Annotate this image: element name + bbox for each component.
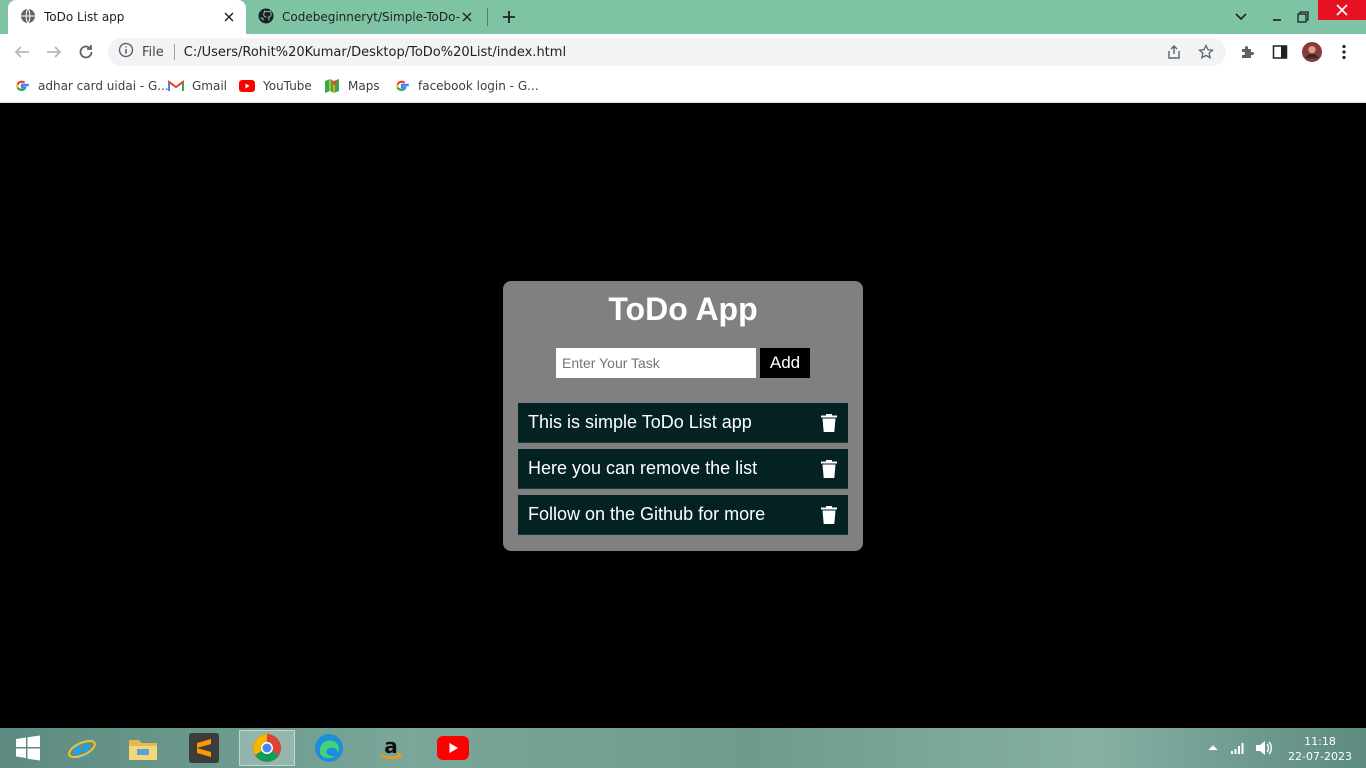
scheme-label: File — [142, 44, 164, 60]
network-icon[interactable] — [1230, 728, 1246, 768]
bookmark-label: YouTube — [263, 79, 312, 93]
more-menu-icon[interactable] — [1334, 42, 1354, 62]
bookmark-maps[interactable]: Maps — [324, 76, 380, 96]
file-explorer-icon[interactable] — [115, 730, 171, 766]
new-tab-icon[interactable] — [500, 8, 518, 26]
trash-icon[interactable] — [820, 413, 838, 433]
google-icon — [394, 78, 410, 94]
bookmark-youtube[interactable]: YouTube — [239, 76, 312, 96]
clock-time: 11:18 — [1304, 735, 1336, 748]
bookmark-label: Gmail — [192, 79, 228, 93]
svg-text:e: e — [73, 732, 91, 764]
todo-item: Follow on the Github for more — [518, 495, 848, 535]
gmail-icon — [168, 78, 184, 94]
tab-title: ToDo List app — [44, 10, 125, 24]
back-icon[interactable] — [12, 42, 32, 62]
trash-icon[interactable] — [820, 505, 838, 525]
tab-search-icon[interactable] — [1228, 0, 1254, 34]
browser-toolbar: File C:/Users/Rohit%20Kumar/Desktop/ToDo… — [0, 34, 1366, 70]
amazon-icon[interactable]: a — [363, 730, 419, 766]
chrome-icon[interactable] — [239, 730, 295, 766]
share-icon[interactable] — [1166, 38, 1182, 66]
taskbar-clock[interactable]: 11:18 22-07-2023 — [1280, 734, 1360, 764]
forward-icon[interactable] — [44, 42, 64, 62]
trash-icon[interactable] — [820, 459, 838, 479]
youtube-icon — [239, 78, 255, 94]
side-panel-icon[interactable] — [1270, 42, 1290, 62]
todo-item: This is simple ToDo List app — [518, 403, 848, 443]
minimize-icon[interactable] — [1264, 0, 1290, 34]
tab-title: Codebeginneryt/Simple-ToDo-List — [282, 10, 460, 24]
bookmark-facebook-login[interactable]: facebook login - G... — [394, 76, 539, 96]
bookmark-label: facebook login - G... — [418, 79, 539, 93]
show-hidden-icons-icon[interactable] — [1208, 728, 1218, 768]
windows-taskbar: e a 11:18 22-07-2023 — [0, 728, 1366, 768]
extensions-icon[interactable] — [1238, 42, 1258, 62]
reload-icon[interactable] — [76, 42, 96, 62]
page-viewport: ToDo App Add This is simple ToDo List ap… — [0, 103, 1366, 728]
clock-date: 22-07-2023 — [1288, 750, 1352, 763]
sublime-text-icon[interactable] — [176, 730, 232, 766]
bookmarks-bar: adhar card uidai - G... Gmail YouTube Ma… — [0, 70, 1366, 103]
tab-separator — [487, 8, 488, 26]
add-task-button[interactable]: Add — [760, 348, 810, 378]
maps-icon — [324, 78, 340, 94]
google-icon — [14, 78, 30, 94]
todo-item-text: Follow on the Github for more — [528, 504, 766, 524]
svg-text:a: a — [384, 734, 398, 758]
bookmark-adhar-card[interactable]: adhar card uidai - G... — [14, 76, 169, 96]
volume-icon[interactable] — [1255, 728, 1273, 768]
task-input[interactable] — [556, 348, 756, 378]
info-icon[interactable] — [118, 42, 134, 62]
address-separator — [173, 44, 175, 60]
internet-explorer-icon[interactable]: e — [54, 730, 110, 766]
todo-item: Here you can remove the list — [518, 449, 848, 489]
tab-todo-list-app[interactable]: ToDo List app — [8, 0, 246, 34]
tab-github-repo[interactable]: Codebeginneryt/Simple-ToDo-List — [250, 0, 484, 34]
close-window-icon[interactable] — [1318, 0, 1366, 20]
edge-icon[interactable] — [301, 730, 357, 766]
github-icon — [258, 8, 274, 27]
youtube-icon[interactable] — [425, 730, 481, 766]
restore-icon[interactable] — [1290, 0, 1316, 34]
close-tab-icon[interactable] — [222, 10, 236, 24]
app-title: ToDo App — [608, 291, 758, 327]
todo-item-text: Here you can remove the list — [528, 458, 758, 478]
bookmark-star-icon[interactable] — [1198, 38, 1214, 66]
close-tab-icon[interactable] — [460, 10, 474, 24]
address-url[interactable]: C:/Users/Rohit%20Kumar/Desktop/ToDo%20Li… — [184, 45, 566, 60]
bookmark-label: Maps — [348, 79, 380, 93]
start-icon[interactable] — [0, 730, 56, 766]
avatar[interactable] — [1302, 42, 1322, 62]
bookmark-label: adhar card uidai - G... — [38, 79, 169, 93]
todo-card: ToDo App Add This is simple ToDo List ap… — [503, 281, 863, 551]
globe-icon — [20, 8, 36, 27]
browser-tabstrip: ToDo List app Codebeginneryt/Simple-ToDo… — [0, 0, 1366, 34]
bookmark-gmail[interactable]: Gmail — [168, 76, 227, 96]
address-bar[interactable]: File C:/Users/Rohit%20Kumar/Desktop/ToDo… — [108, 38, 1226, 66]
todo-item-text: This is simple ToDo List app — [528, 412, 752, 432]
